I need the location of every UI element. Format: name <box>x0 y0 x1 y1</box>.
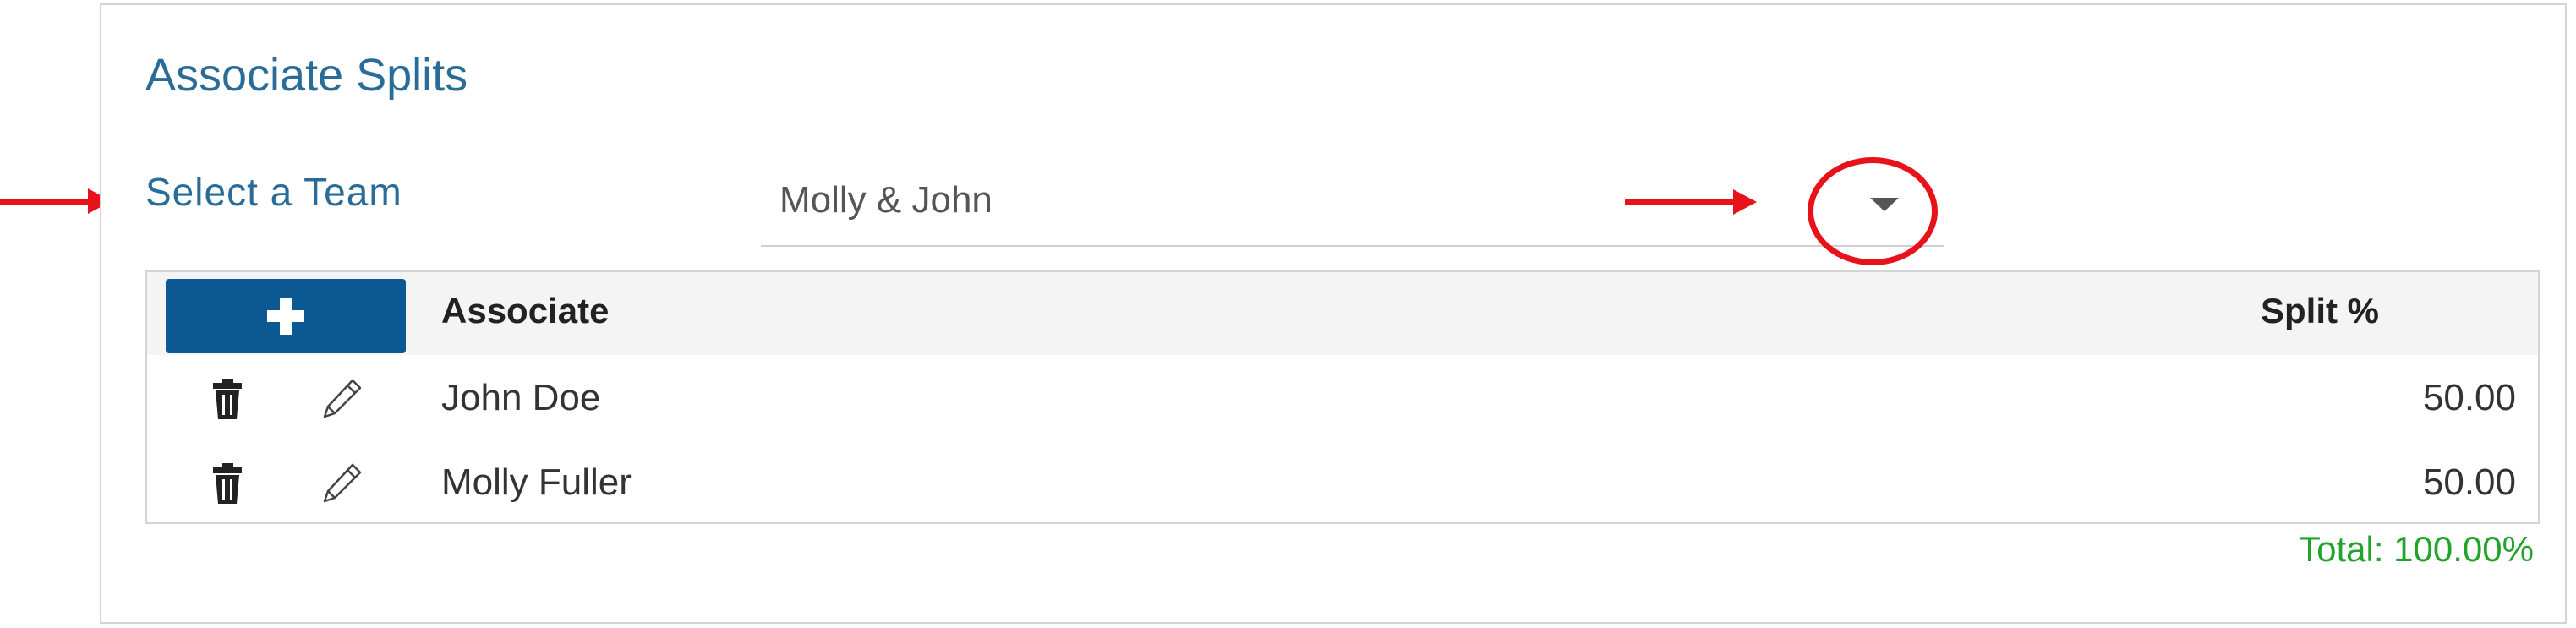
associate-name: John Doe <box>441 377 601 418</box>
plus-icon <box>267 298 304 335</box>
column-header-associate: Associate <box>441 291 610 330</box>
split-total: Total: 100.00% <box>2299 529 2534 569</box>
associate-name: Molly Fuller <box>441 461 632 503</box>
annotation-arrow-left <box>0 188 112 214</box>
split-value: 50.00 <box>2422 461 2516 503</box>
trash-icon[interactable] <box>211 463 243 504</box>
add-associate-button[interactable] <box>166 279 406 353</box>
panel-title: Associate Splits <box>145 50 468 101</box>
split-value: 50.00 <box>2422 377 2516 418</box>
table-row: Molly Fuller 50.00 <box>147 440 2538 524</box>
trash-icon[interactable] <box>211 379 243 419</box>
table-header: Associate Split % <box>147 272 2538 355</box>
column-header-split: Split % <box>2261 291 2380 330</box>
team-select-value: Molly & John <box>779 179 993 221</box>
pencil-icon[interactable] <box>321 461 364 504</box>
team-label: Select a Team <box>145 170 402 214</box>
table-row: John Doe 50.00 <box>147 355 2538 440</box>
pencil-icon[interactable] <box>321 377 364 419</box>
annotation-circle <box>1808 157 1938 265</box>
annotation-arrow-right <box>1625 189 1757 215</box>
splits-table: Associate Split % John Doe 50.00 Molly F… <box>145 270 2540 524</box>
team-select[interactable]: Molly & John <box>761 161 1944 247</box>
